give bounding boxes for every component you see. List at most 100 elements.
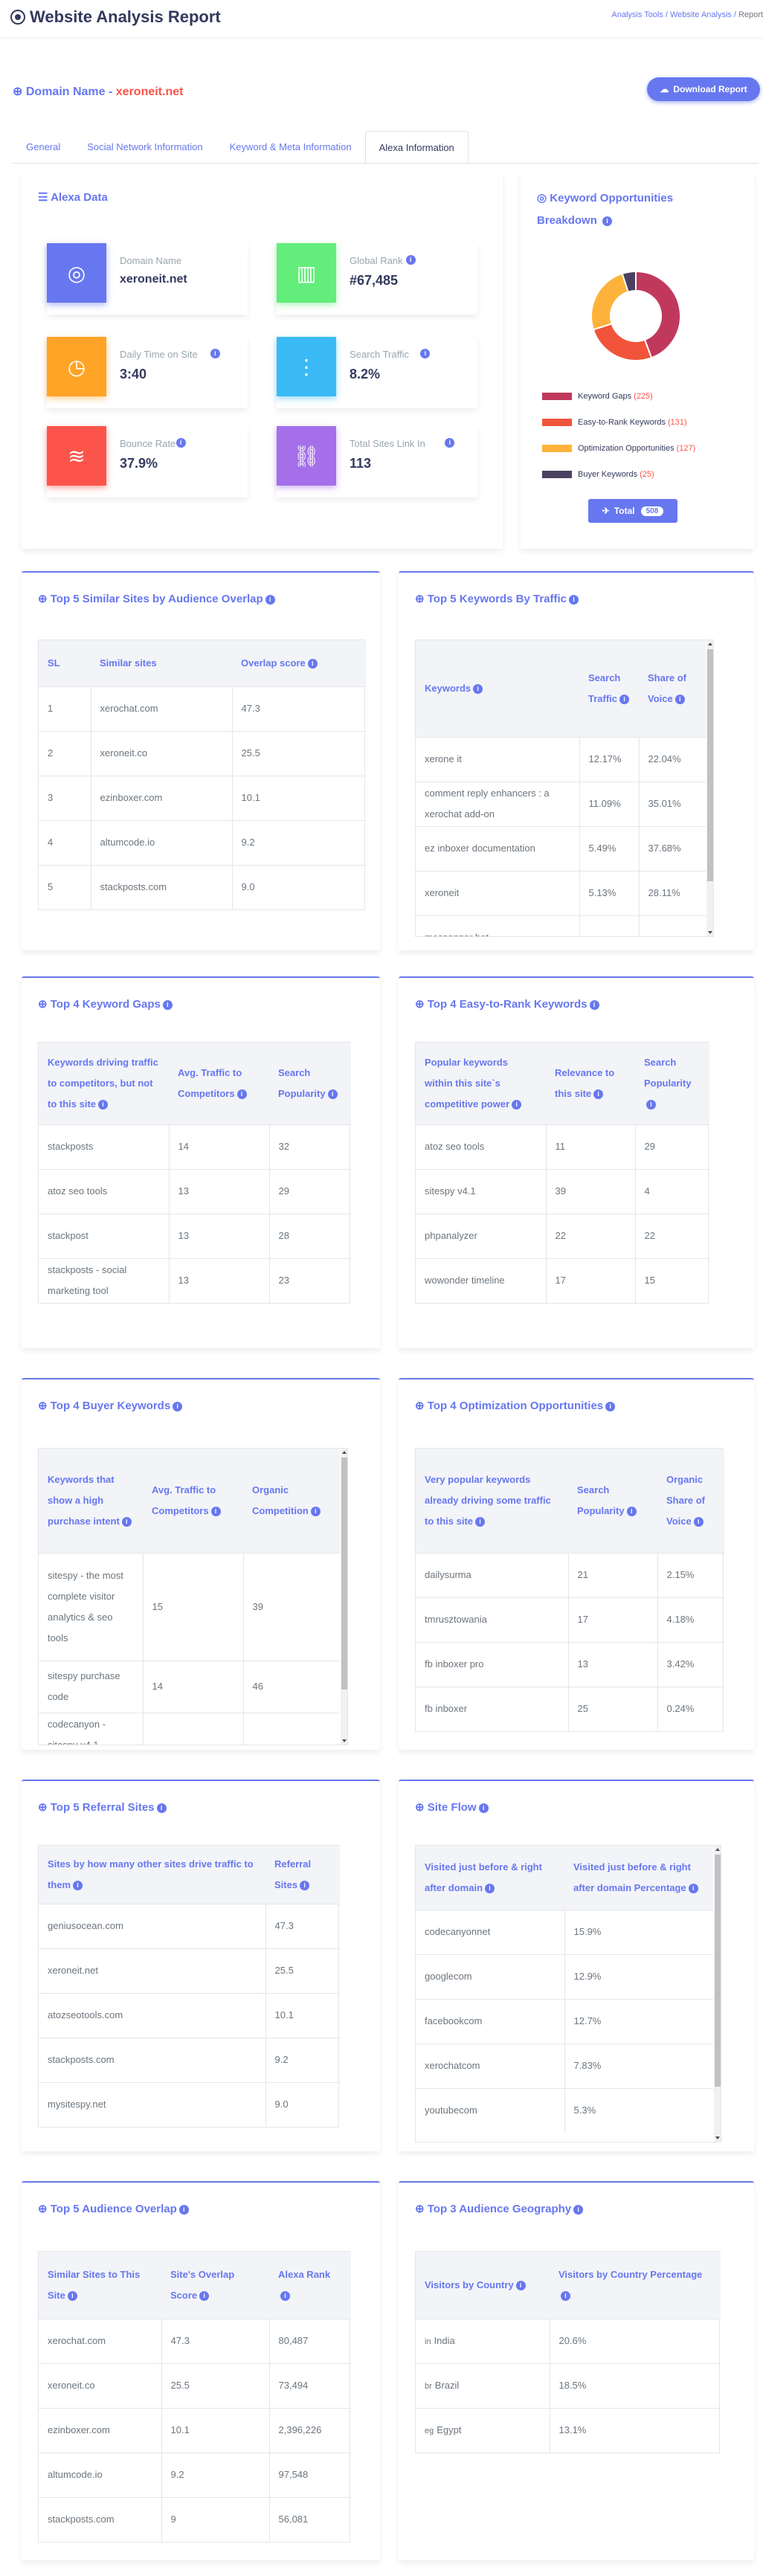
info-icon: i — [236, 1089, 247, 1099]
info-icon: i — [162, 999, 173, 1010]
site-flow-table[interactable]: Visited just before & right after domain… — [415, 1845, 721, 2142]
stat-label: Total Sites Link In — [350, 438, 425, 449]
table-row: 4 altumcode.io 9.2 — [39, 820, 366, 865]
table-cell: 9 — [161, 2496, 269, 2542]
table-row: xeroneit 5.13% 28.11% — [416, 870, 706, 915]
table-row: 3 ezinboxer.com 10.1 — [39, 775, 366, 820]
table-cell: 1 — [39, 686, 91, 731]
page-title-text: Website Analysis Report — [30, 7, 221, 26]
audience-overlap-title: ⊕ Top 5 Audience Overlap i — [38, 2199, 189, 2220]
table-cell: sitespy purchase code — [39, 1660, 143, 1713]
tab-social-network[interactable]: Social Network Information — [74, 131, 216, 164]
clock-icon: ◷ — [47, 337, 106, 396]
total-badge: 508 — [640, 506, 664, 516]
keyword-opportunities-title: ◎ Keyword Opportunities Breakdown i — [537, 192, 674, 227]
stat-value: 8.2% — [350, 367, 381, 381]
tab-general[interactable]: General — [13, 131, 74, 164]
info-icon: i — [173, 1401, 183, 1411]
table-cell: 11.09% — [579, 781, 639, 826]
table-cell: altumcode.io — [90, 820, 232, 865]
tab-keyword-meta[interactable]: Keyword & Meta Information — [216, 131, 365, 164]
info-icon: i — [445, 438, 455, 448]
table-cell: 10.1 — [231, 775, 366, 820]
column-header: Keywords that show a high purchase inten… — [39, 1449, 143, 1553]
stat-label: Global Rank — [350, 255, 403, 266]
data-table: Keywords that show a high purchase inten… — [39, 1449, 340, 1745]
table-cell: codecanyonnet — [416, 1909, 564, 1954]
info-icon: i — [199, 2290, 210, 2301]
breadcrumb-report: Report — [738, 10, 763, 19]
data-table: Popular keywords within this site`s comp… — [416, 1043, 709, 1303]
info-icon: i — [156, 1803, 167, 1813]
breadcrumb-analysis-tools[interactable]: Analysis Tools — [611, 10, 663, 19]
table-cell: 2 — [39, 730, 91, 776]
tab-alexa-information[interactable]: Alexa Information — [364, 131, 469, 164]
scrollbar[interactable] — [706, 640, 713, 936]
info-icon: i — [280, 2290, 290, 2301]
table-cell: 15.9% — [564, 1909, 713, 1954]
table-cell: 4 — [634, 1168, 709, 1214]
scrollbar-thumb[interactable] — [707, 649, 713, 881]
table-row: stackposts 14 32 — [39, 1124, 351, 1169]
table-cell: 25.5 — [231, 730, 366, 776]
stat-value: 3:40 — [120, 367, 147, 381]
table-row: altumcode.io 9.2 97,548 — [39, 2452, 351, 2497]
total-button[interactable]: ✈ Total 508 — [588, 499, 677, 523]
scrollbar[interactable] — [341, 1449, 347, 1745]
data-table: Very popular keywords already driving so… — [416, 1449, 724, 1731]
column-header: Relevance to this site i — [546, 1043, 635, 1124]
list-icon: ☰ — [38, 191, 48, 204]
info-icon: i — [589, 999, 599, 1010]
stat-tile: ◷ Daily Time on Site i 3:40 — [47, 337, 248, 408]
optimization-table: Very popular keywords already driving so… — [415, 1448, 724, 1732]
globe-icon: ⊕ — [38, 1801, 51, 1814]
scroll-up-arrow-icon[interactable] — [342, 1451, 347, 1454]
table-cell: ez inboxer documentation — [416, 825, 579, 871]
scroll-up-arrow-icon[interactable] — [708, 643, 712, 645]
keywords-traffic-table[interactable]: Keywords i Search Traffic i Share of Voice i x… — [415, 640, 714, 937]
stat-value: 113 — [350, 456, 372, 471]
stat-tile: ≋ Bounce Rate i 37.9% — [47, 426, 248, 498]
scroll-down-arrow-icon[interactable] — [342, 1739, 347, 1742]
table-cell: 13 — [567, 1641, 657, 1687]
info-icon: i — [602, 216, 613, 226]
legend-label: Buyer Keywords — [578, 470, 638, 479]
scrollbar-thumb[interactable] — [715, 1855, 721, 2087]
scroll-up-arrow-icon[interactable] — [715, 1848, 720, 1851]
scroll-down-arrow-icon[interactable] — [715, 2137, 720, 2139]
table-cell: atoz seo tools — [39, 1168, 169, 1214]
info-icon: i — [626, 1506, 637, 1516]
download-report-button[interactable]: ☁ Download Report — [647, 77, 760, 101]
table-cell: 20.6% — [549, 2318, 721, 2363]
table-cell: in India — [416, 2318, 550, 2363]
scrollbar-thumb[interactable] — [341, 1458, 347, 1690]
table-cell: ezinboxer.com — [90, 775, 232, 820]
table-cell: 10.1 — [161, 2407, 269, 2453]
scroll-down-arrow-icon[interactable] — [708, 931, 712, 934]
table-cell: 37.68% — [638, 825, 706, 871]
breadcrumb-website-analysis[interactable]: Website Analysis — [670, 10, 732, 19]
table-row: geniusocean.com 47.3 — [39, 1903, 340, 1948]
globe-icon: ⊕ — [38, 1400, 51, 1412]
donut-slice-2[interactable] — [590, 272, 629, 331]
scrollbar[interactable] — [714, 1846, 721, 2142]
donut-slice-1[interactable] — [592, 323, 653, 361]
table-cell: wowonder timeline — [416, 1258, 546, 1303]
info-icon: i — [67, 2290, 77, 2301]
column-header: Visitors by Country i — [416, 2252, 550, 2319]
legend-swatch — [542, 445, 572, 452]
table-cell — [638, 915, 706, 936]
buyer-keywords-table[interactable]: Keywords that show a high purchase inten… — [38, 1448, 348, 1745]
globe-icon: ⊕ — [38, 998, 51, 1011]
table-cell: atozseotools.com — [39, 1992, 265, 2038]
table-cell — [242, 1712, 340, 1745]
table-cell: 2,396,226 — [268, 2407, 351, 2453]
table-row: sitespy purchase code 14 46 — [39, 1660, 340, 1713]
table-row: stackpost 13 28 — [39, 1213, 351, 1258]
info-icon: i — [619, 694, 630, 704]
table-cell: 15 — [634, 1258, 709, 1303]
column-header: Similar sites — [91, 640, 232, 686]
referral-title: ⊕ Top 5 Referral Sites i — [38, 1797, 167, 1818]
site-flow-title: ⊕ Site Flow i — [415, 1797, 489, 1818]
table-cell: stackposts.com — [90, 864, 232, 909]
